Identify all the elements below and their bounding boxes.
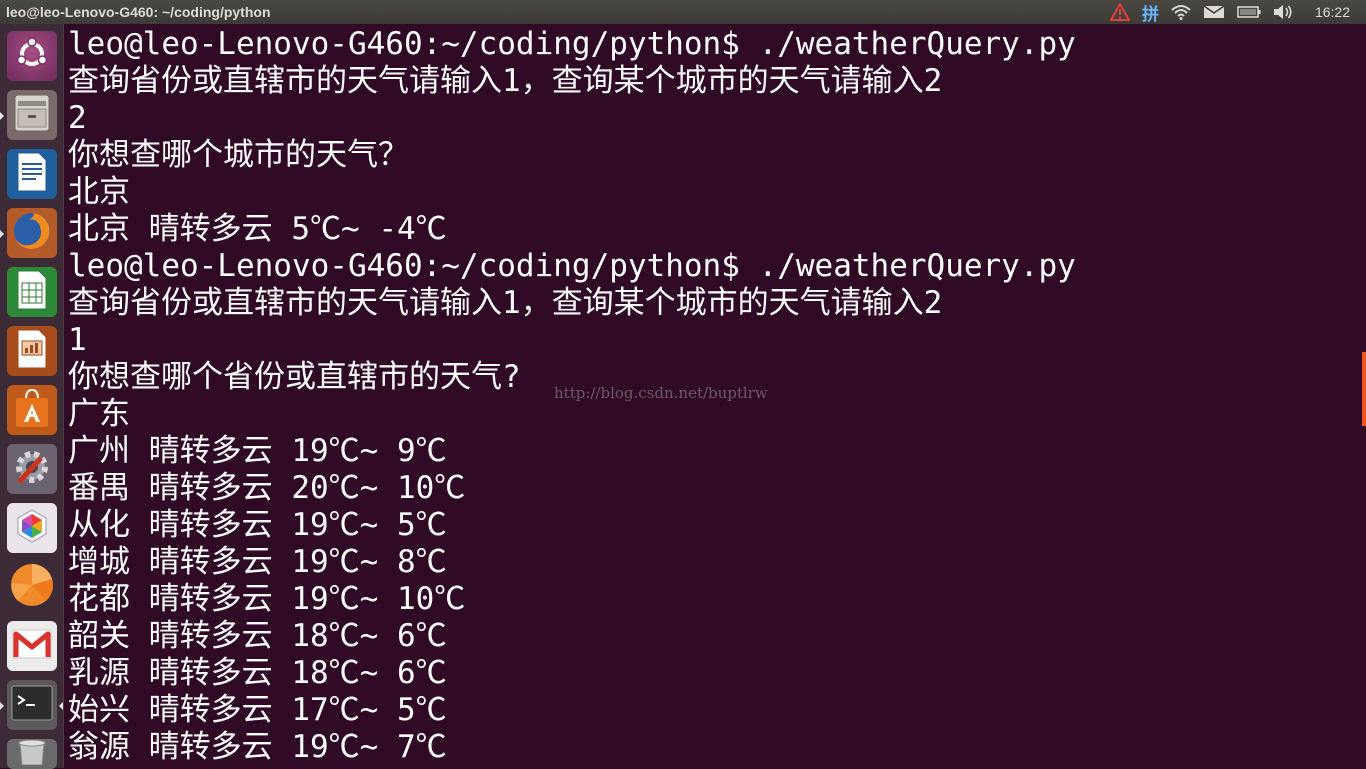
files-launcher-button[interactable] [7,90,57,140]
terminal-line: 始兴 晴转多云 17℃~ 5℃ [68,692,447,728]
running-indicator [0,230,4,238]
clock[interactable]: 16:22 [1315,4,1350,20]
document-icon [15,151,49,197]
software-center-launcher-button[interactable] [7,385,57,435]
terminal-line: 北京 晴转多云 5℃~ -4℃ [68,211,447,247]
running-indicator [0,702,4,710]
clementine-launcher-button[interactable] [7,562,57,612]
input-method-icon[interactable]: 拼 [1142,0,1159,25]
gmail-icon [12,629,52,663]
gmail-launcher-button[interactable] [7,621,57,671]
shopping-bag-icon [13,387,51,433]
file-cabinet-icon [13,93,51,137]
terminal-line: 花都 晴转多云 19℃~ 10℃ [68,581,466,617]
spreadsheet-icon [15,269,49,315]
writer-launcher-button[interactable] [7,149,57,199]
terminal-line: 乳源 晴转多云 18℃~ 6℃ [68,655,447,691]
firefox-launcher-button[interactable] [7,208,57,258]
terminal-line: 查询省份或直辖市的天气请输入1，查询某个城市的天气请输入2 [68,63,943,99]
firefox-icon [11,210,53,256]
terminal-icon [11,685,53,725]
active-indicator [59,702,63,710]
settings-gear-icon [11,446,53,492]
trash-launcher-button[interactable] [7,739,57,769]
warning-icon[interactable] [1109,0,1130,24]
volume-icon[interactable] [1273,0,1293,24]
system-settings-launcher-button[interactable] [7,444,57,494]
terminal-line: 从化 晴转多云 19℃~ 5℃ [68,507,447,543]
hexagon-icon [14,508,50,548]
battery-icon[interactable] [1237,0,1261,24]
terminal-line: 韶关 晴转多云 18℃~ 6℃ [68,618,447,654]
terminal-line: leo@leo-Lenovo-G460:~/coding/python$ ./w… [68,248,1076,284]
launcher [0,24,64,769]
mail-icon[interactable] [1203,0,1225,24]
terminal-line: 1 [68,322,87,358]
app-launcher-button[interactable] [7,503,57,553]
terminal-line: 番禺 晴转多云 20℃~ 10℃ [68,470,466,506]
indicator-area: 拼 16:22 [1098,0,1366,25]
calc-launcher-button[interactable] [7,267,57,317]
scrollbar-indicator[interactable] [1362,352,1366,426]
wifi-icon[interactable] [1171,0,1191,24]
terminal-line: 查询省份或直辖市的天气请输入1，查询某个城市的天气请输入2 [68,285,943,321]
terminal-line: 广州 晴转多云 19℃~ 9℃ [68,433,447,469]
trash-icon [14,739,50,769]
terminal-line: 你想查哪个省份或直辖市的天气? [68,359,521,395]
presentation-icon [15,328,49,374]
terminal-line: 翁源 晴转多云 19℃~ 7℃ [68,729,447,765]
terminal-line: 增城 晴转多云 19℃~ 8℃ [68,544,447,580]
terminal-line: 北京 [68,174,130,210]
running-indicator [0,112,4,120]
window-title: leo@leo-Lenovo-G460: ~/coding/python [6,4,271,20]
terminal-line: leo@leo-Lenovo-G460:~/coding/python$ ./w… [68,26,1076,62]
orange-icon [8,562,56,612]
impress-launcher-button[interactable] [7,326,57,376]
watermark: http://blog.csdn.net/buptlrw [554,384,768,402]
ubuntu-logo-icon [15,37,49,75]
terminal-line: 2 [68,100,87,136]
terminal-line: 广东 [68,396,130,432]
top-panel: leo@leo-Lenovo-G460: ~/coding/python 拼 1… [0,0,1366,25]
terminal-launcher-button[interactable] [7,680,57,730]
dash-home-button[interactable] [7,31,57,81]
terminal-line: 你想查哪个城市的天气？ [68,137,409,173]
